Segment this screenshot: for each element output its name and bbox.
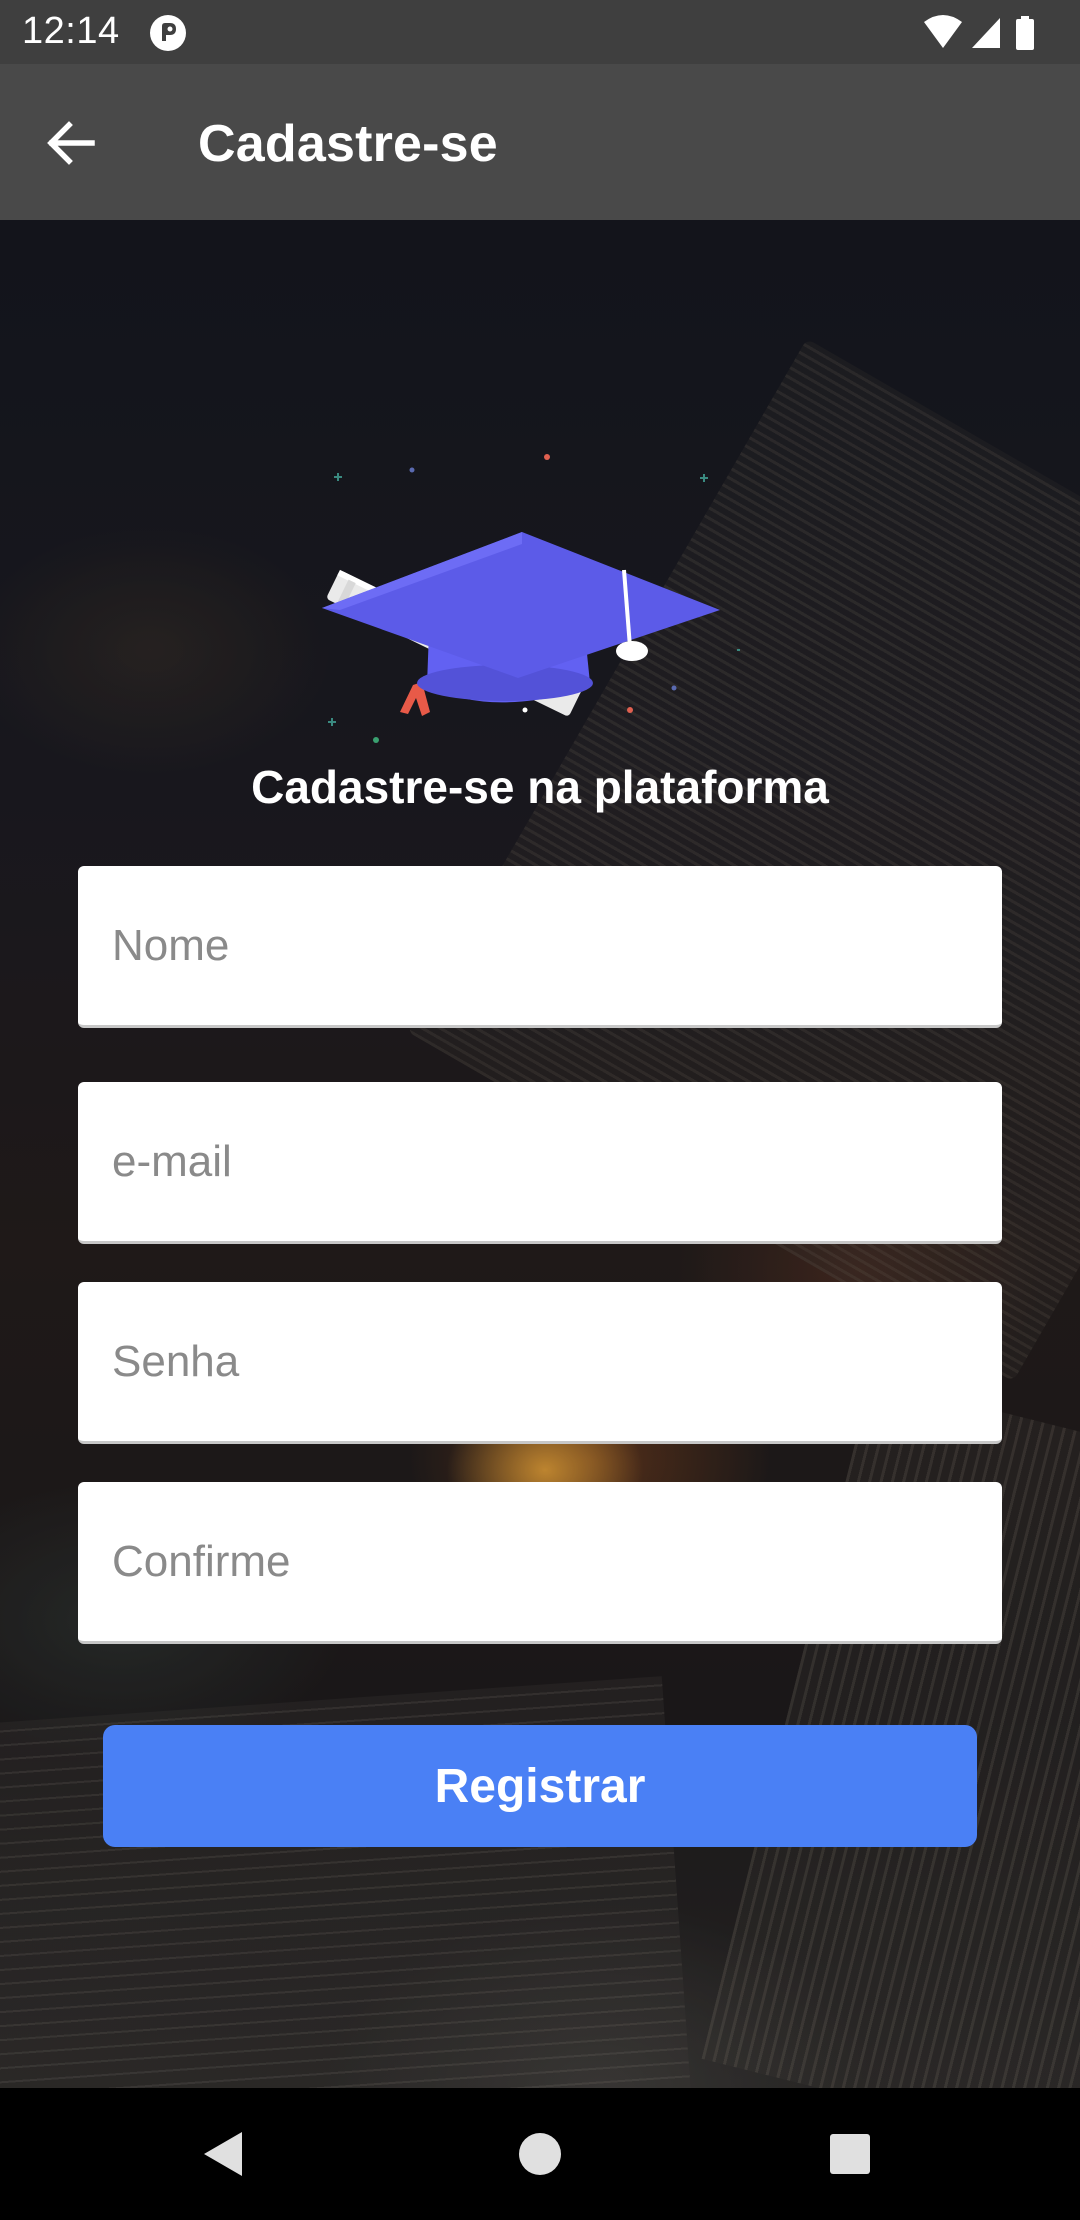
headline: Cadastre-se na plataforma bbox=[251, 761, 829, 813]
confirm-password-input[interactable] bbox=[78, 1482, 1002, 1641]
main-content: Cadastre-se na plataforma Registrar bbox=[0, 220, 1080, 2088]
recents-square-icon bbox=[830, 2134, 870, 2174]
nav-home-button[interactable] bbox=[504, 2118, 576, 2190]
page-title: Cadastre-se bbox=[198, 115, 498, 173]
back-button[interactable] bbox=[36, 108, 106, 178]
nav-recents-button[interactable] bbox=[814, 2118, 886, 2190]
home-circle-icon bbox=[519, 2133, 561, 2175]
name-field[interactable] bbox=[78, 866, 1002, 1028]
graduation-cap-icon bbox=[322, 454, 740, 743]
system-nav-bar bbox=[0, 2088, 1080, 2220]
battery-icon bbox=[1016, 16, 1034, 50]
arrow-back-icon bbox=[47, 121, 95, 165]
status-time: 12:14 bbox=[22, 10, 120, 52]
name-input[interactable] bbox=[78, 866, 1002, 1025]
app-bar: Cadastre-se bbox=[0, 64, 1080, 220]
email-input[interactable] bbox=[78, 1082, 1002, 1241]
back-triangle-icon bbox=[204, 2132, 242, 2176]
wifi-icon bbox=[924, 15, 962, 48]
app-notification-icon bbox=[148, 13, 188, 58]
register-button[interactable]: Registrar bbox=[103, 1725, 977, 1847]
status-bar: 12:14 bbox=[0, 0, 1080, 64]
nav-back-button[interactable] bbox=[190, 2118, 262, 2190]
status-icons bbox=[922, 14, 1062, 57]
email-field[interactable] bbox=[78, 1082, 1002, 1244]
password-input[interactable] bbox=[78, 1282, 1002, 1441]
confirm-password-field[interactable] bbox=[78, 1482, 1002, 1644]
password-field[interactable] bbox=[78, 1282, 1002, 1444]
signal-icon bbox=[972, 18, 1000, 48]
